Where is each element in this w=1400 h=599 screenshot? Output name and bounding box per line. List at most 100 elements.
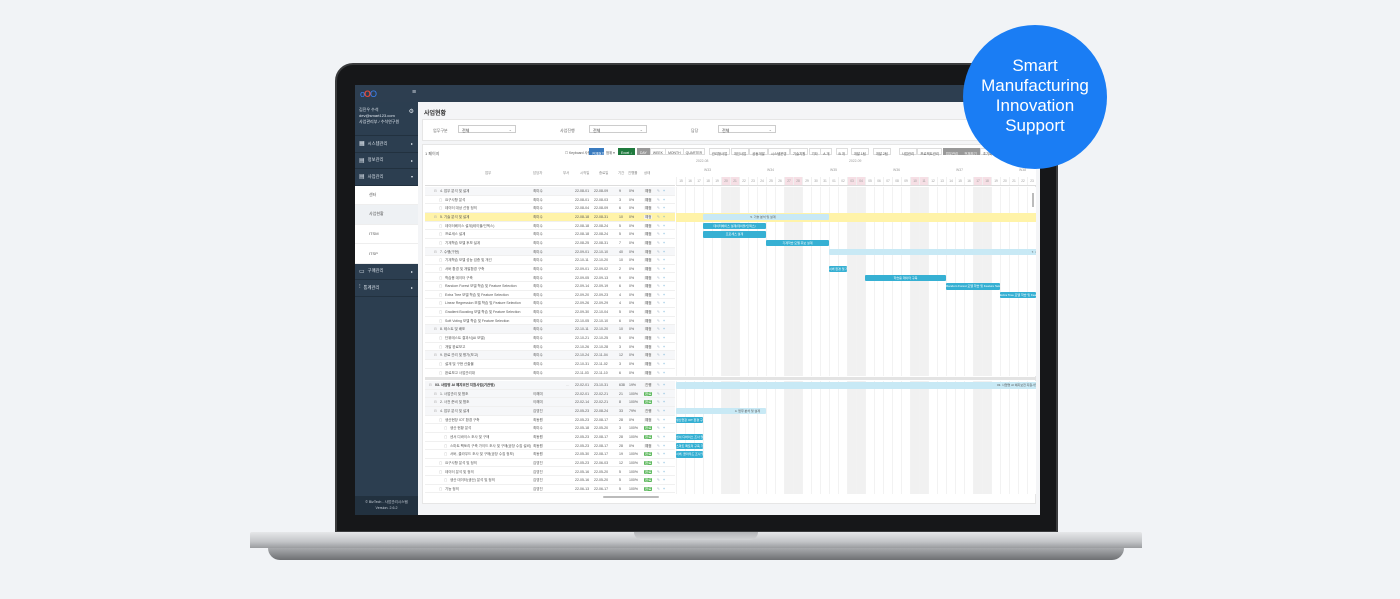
add-icon[interactable]: + <box>663 398 665 406</box>
gantt-bar[interactable]: 생산현장 IOT 환경 구축 <box>676 416 703 424</box>
table-row[interactable]: ⊟ 03. 사업명 AI 예지보전 지원사업(기관명) … 22-02-01 23-10… <box>425 381 675 390</box>
add-icon[interactable]: + <box>663 442 665 450</box>
add-icon[interactable]: + <box>663 239 665 247</box>
expand-toggle-icon[interactable]: ▢ <box>439 222 442 230</box>
expand-toggle-icon[interactable]: ▢ <box>439 459 442 467</box>
range-dropdown[interactable]: 범위 ▾ <box>604 148 617 155</box>
edit-icon[interactable]: ✎ <box>657 424 660 432</box>
expand-toggle-icon[interactable]: ▢ <box>439 343 442 351</box>
gantt-bar[interactable]: 서버, 클라우드 조사 및 구매(공장 수집 정보) <box>676 451 703 458</box>
table-row[interactable]: ▢ 개발 완료보고 최미수 22-10-26 22-10-28 3 0% 예정 ✎ + <box>425 343 675 352</box>
edit-icon[interactable]: ✎ <box>657 325 660 333</box>
table-row[interactable]: ▢ 프로세스 설계 최미수 22-08-18 22-08-24 5 0% 예정 ✎ + <box>425 230 675 239</box>
edit-icon[interactable]: ✎ <box>657 360 660 368</box>
edit-icon[interactable]: ✎ <box>657 416 660 424</box>
edit-icon[interactable]: ✎ <box>657 291 660 299</box>
gantt-bar[interactable]: 5. 기술 분석 및 설계 <box>703 213 829 221</box>
edit-icon[interactable]: ✎ <box>657 248 660 256</box>
filter-chip[interactable]: 공동개발 <box>749 148 768 156</box>
gantt-bar[interactable]: 센서 디바이스 조사 및 구매 <box>676 433 703 441</box>
gantt-bar[interactable]: 4. 업무 분석 및 설계 <box>676 407 766 415</box>
add-icon[interactable]: + <box>663 248 665 256</box>
filter-chip[interactable]: B 개 <box>835 148 848 156</box>
table-row[interactable]: ▢ 기능 정의 김영진 22-06-13 22-06-17 5 100% 완료 ✎ + <box>425 485 675 494</box>
table-row[interactable]: ▢ Linear Regression 모델 학습 및 Feature Selec… <box>425 299 675 309</box>
add-icon[interactable]: + <box>663 416 665 424</box>
filter-chip[interactable]: 개발 2팀 <box>872 148 891 156</box>
table-row[interactable]: ▢ 기계학습 모델 후보 설계 최미수 22-08-25 22-08-31 7 0% 예정 ✎ + <box>425 239 675 248</box>
add-icon[interactable]: + <box>663 433 665 441</box>
scale-month-button[interactable]: MONTH <box>665 148 684 155</box>
table-row[interactable]: ⊟ 2. 사전 준비 및 협조 이해미 22-02-14 22-02-21 8 100% 완료… <box>425 398 675 407</box>
add-icon[interactable]: + <box>663 407 665 415</box>
table-row[interactable]: ⊟ 5. 기술 분석 및 설계 최미수 22-08-18 22-08-31 10 0% 예정 ✎… <box>425 212 675 222</box>
filter-chip[interactable]: 기타 <box>808 148 821 156</box>
expand-toggle-icon[interactable]: ⊟ <box>434 398 437 406</box>
filter-chip[interactable]: 시스템운영 <box>767 148 790 156</box>
add-icon[interactable]: + <box>663 308 665 316</box>
add-icon[interactable]: + <box>663 325 665 333</box>
gantt-bar[interactable]: Random Forest 모델 학습 및 Feature Selection <box>946 283 1000 290</box>
table-row[interactable]: ⊟ 8. 테스트 및 배포 최미수 22-10-11 22-10-20 10 0% 예정 ✎ + <box>425 325 675 335</box>
column-header[interactable]: 업무 <box>485 170 491 175</box>
sidebar-item-info[interactable]: ▤ 정보관리 ▸ <box>355 153 418 169</box>
expand-toggle-icon[interactable]: ▢ <box>439 239 442 247</box>
vertical-scrollbar[interactable] <box>1032 193 1034 207</box>
column-header[interactable]: 시작일 <box>580 170 589 175</box>
table-row[interactable]: ▢ 데이터 분석 및 정의 김영진 22-05-16 22-05-20 5 100% 완료 ✎ + <box>425 468 675 477</box>
table-row[interactable]: ▢ 기계학습 모델 성능 검증 및 개선 최미수 22-10-11 22-10-20 10… <box>425 256 675 265</box>
edit-icon[interactable]: ✎ <box>657 450 660 458</box>
column-header[interactable]: 종료일 <box>599 170 608 175</box>
add-icon[interactable]: + <box>663 468 665 476</box>
table-row[interactable]: ▢ 생산 데이터(생산) 분석 및 정의 김영진 22-05-16 22-05-20 5 1… <box>425 476 675 485</box>
add-icon[interactable]: + <box>663 230 665 238</box>
filter-chip[interactable]: A 개 <box>820 148 833 156</box>
expand-toggle-icon[interactable]: ▢ <box>444 442 447 450</box>
sidebar-subitem-status[interactable]: 사업현황 <box>355 205 418 225</box>
expand-toggle-icon[interactable]: ⊟ <box>434 187 437 195</box>
expand-toggle-icon[interactable]: ⊟ <box>429 381 432 389</box>
add-icon[interactable]: + <box>663 390 665 398</box>
expand-toggle-icon[interactable]: ▢ <box>439 204 442 212</box>
column-header[interactable]: 기간 <box>618 170 624 175</box>
gantt-bar[interactable]: 03. 사업명 AI 예지보전 지원사업(기관명) <box>676 382 1036 389</box>
edit-icon[interactable]: ✎ <box>657 398 660 406</box>
filter-select-owner[interactable]: 전체 ⌄ <box>718 125 776 133</box>
action-button[interactable]: 전체보기 <box>961 148 980 156</box>
filter-select-progress[interactable]: 전체 ⌄ <box>589 125 647 133</box>
excel-download-button[interactable]: Excel ↓ <box>618 148 635 155</box>
expand-toggle-icon[interactable]: ⊟ <box>434 407 437 415</box>
table-row[interactable]: ▢ 완료보고 사업관리대 최미수 22-11-03 22-11-10 6 0% 예정 ✎ + <box>425 369 675 376</box>
add-icon[interactable]: + <box>663 476 665 484</box>
add-icon[interactable]: + <box>663 381 665 389</box>
table-row[interactable]: ▢ 설계 및 구현 산출물 최미수 22-10-31 22-11-02 3 0% 예정 ✎ + <box>425 360 675 369</box>
add-icon[interactable]: + <box>663 291 665 299</box>
add-icon[interactable]: + <box>663 256 665 264</box>
expand-toggle-icon[interactable]: ▢ <box>444 424 447 432</box>
expand-toggle-icon[interactable]: ⊟ <box>434 325 437 333</box>
edit-icon[interactable]: ✎ <box>657 468 660 476</box>
action-button[interactable]: 업무관리 <box>942 148 962 156</box>
gantt-bar[interactable]: 데이터베이스 설계(테이블/인덱스) <box>703 222 766 230</box>
expand-toggle-icon[interactable]: ▢ <box>439 369 442 376</box>
filter-chip[interactable]: 개인사업 <box>730 148 750 156</box>
gantt-bar[interactable]: 기계학습 모델 후보 설계 <box>766 239 829 247</box>
add-icon[interactable]: + <box>663 299 665 307</box>
add-icon[interactable]: + <box>663 282 665 290</box>
add-icon[interactable]: + <box>663 187 665 195</box>
edit-icon[interactable]: ✎ <box>657 369 660 376</box>
edit-icon[interactable]: ✎ <box>657 381 660 389</box>
add-icon[interactable]: + <box>663 196 665 204</box>
filter-chip[interactable]: 기술지원 <box>789 148 809 156</box>
expand-toggle-icon[interactable]: ▢ <box>439 282 442 290</box>
action-button[interactable]: 사업관리 <box>898 148 918 156</box>
table-row[interactable]: ▢ 데이터 대상 선정 정의 최미수 22-08-04 22-08-09 6 0% 예정 ✎ + <box>425 204 675 213</box>
table-row[interactable]: ▢ Gradient Boosting 모델 학습 및 Feature Selec… <box>425 308 675 317</box>
add-icon[interactable]: + <box>663 334 665 342</box>
checkbox-icon[interactable]: ☐ <box>565 151 568 155</box>
edit-icon[interactable]: ✎ <box>657 407 660 415</box>
filter-chip[interactable]: 관리형사업 <box>708 148 731 156</box>
table-row[interactable]: ⊟ 1. 사업관리 및 협조 이해미 22-02-01 22-02-21 21 100% 완료… <box>425 389 675 399</box>
table-row[interactable]: ⊟ 4. 업무 분석 및 설계 김영진 22-05-23 22-08-24 33 79% 진행… <box>425 406 675 416</box>
expand-toggle-icon[interactable]: ⊟ <box>434 248 437 256</box>
